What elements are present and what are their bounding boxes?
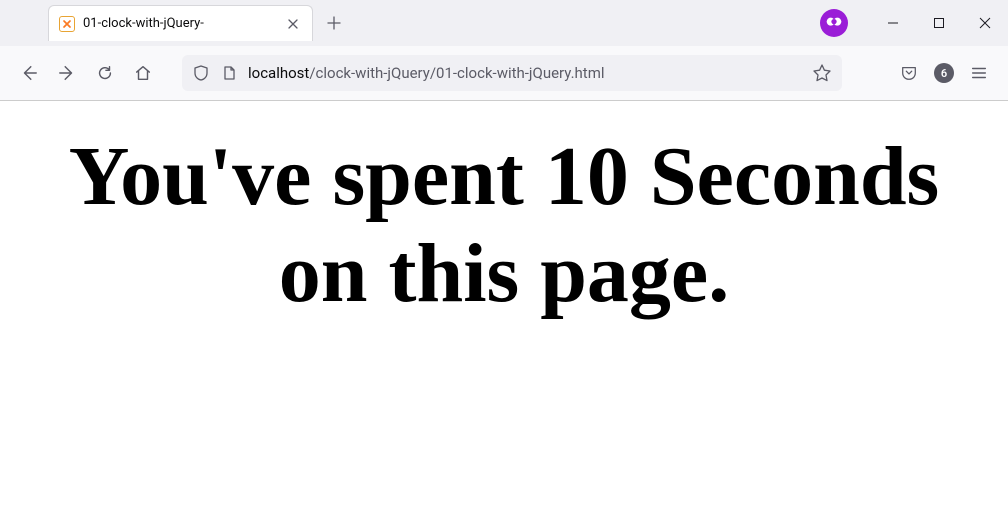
window-controls xyxy=(820,0,1008,46)
xampp-favicon-icon xyxy=(59,16,75,32)
browser-chrome: 01-clock-with-jQuery- xyxy=(0,0,1008,101)
toolbar-right: 6 xyxy=(892,56,996,90)
reload-button[interactable] xyxy=(88,56,122,90)
minimize-button[interactable] xyxy=(870,0,916,46)
tab-close-button[interactable] xyxy=(284,15,302,33)
browser-tab[interactable]: 01-clock-with-jQuery- xyxy=(48,5,313,41)
maximize-button[interactable] xyxy=(916,0,962,46)
profile-badge-icon[interactable] xyxy=(820,9,848,37)
url-host: localhost xyxy=(248,64,309,82)
page-info-icon[interactable] xyxy=(220,64,238,82)
pocket-icon[interactable] xyxy=(892,56,926,90)
forward-button[interactable] xyxy=(50,56,84,90)
app-menu-button[interactable] xyxy=(962,56,996,90)
main-heading: You've spent 10 Seconds on this page. xyxy=(20,129,988,322)
url-path: /clock-with-jQuery/01-clock-with-jQuery.… xyxy=(309,64,604,82)
page-content: You've spent 10 Seconds on this page. xyxy=(0,101,1008,350)
toolbar: localhost/clock-with-jQuery/01-clock-wit… xyxy=(0,46,1008,100)
back-button[interactable] xyxy=(12,56,46,90)
notification-badge[interactable]: 6 xyxy=(934,63,954,83)
new-tab-button[interactable] xyxy=(319,8,349,38)
tab-title: 01-clock-with-jQuery- xyxy=(83,16,276,31)
address-bar[interactable]: localhost/clock-with-jQuery/01-clock-wit… xyxy=(182,55,842,91)
bookmark-star-icon[interactable] xyxy=(812,63,832,83)
shield-icon[interactable] xyxy=(192,64,210,82)
tab-strip: 01-clock-with-jQuery- xyxy=(0,0,1008,46)
url-display: localhost/clock-with-jQuery/01-clock-wit… xyxy=(248,64,802,82)
home-button[interactable] xyxy=(126,56,160,90)
close-window-button[interactable] xyxy=(962,0,1008,46)
